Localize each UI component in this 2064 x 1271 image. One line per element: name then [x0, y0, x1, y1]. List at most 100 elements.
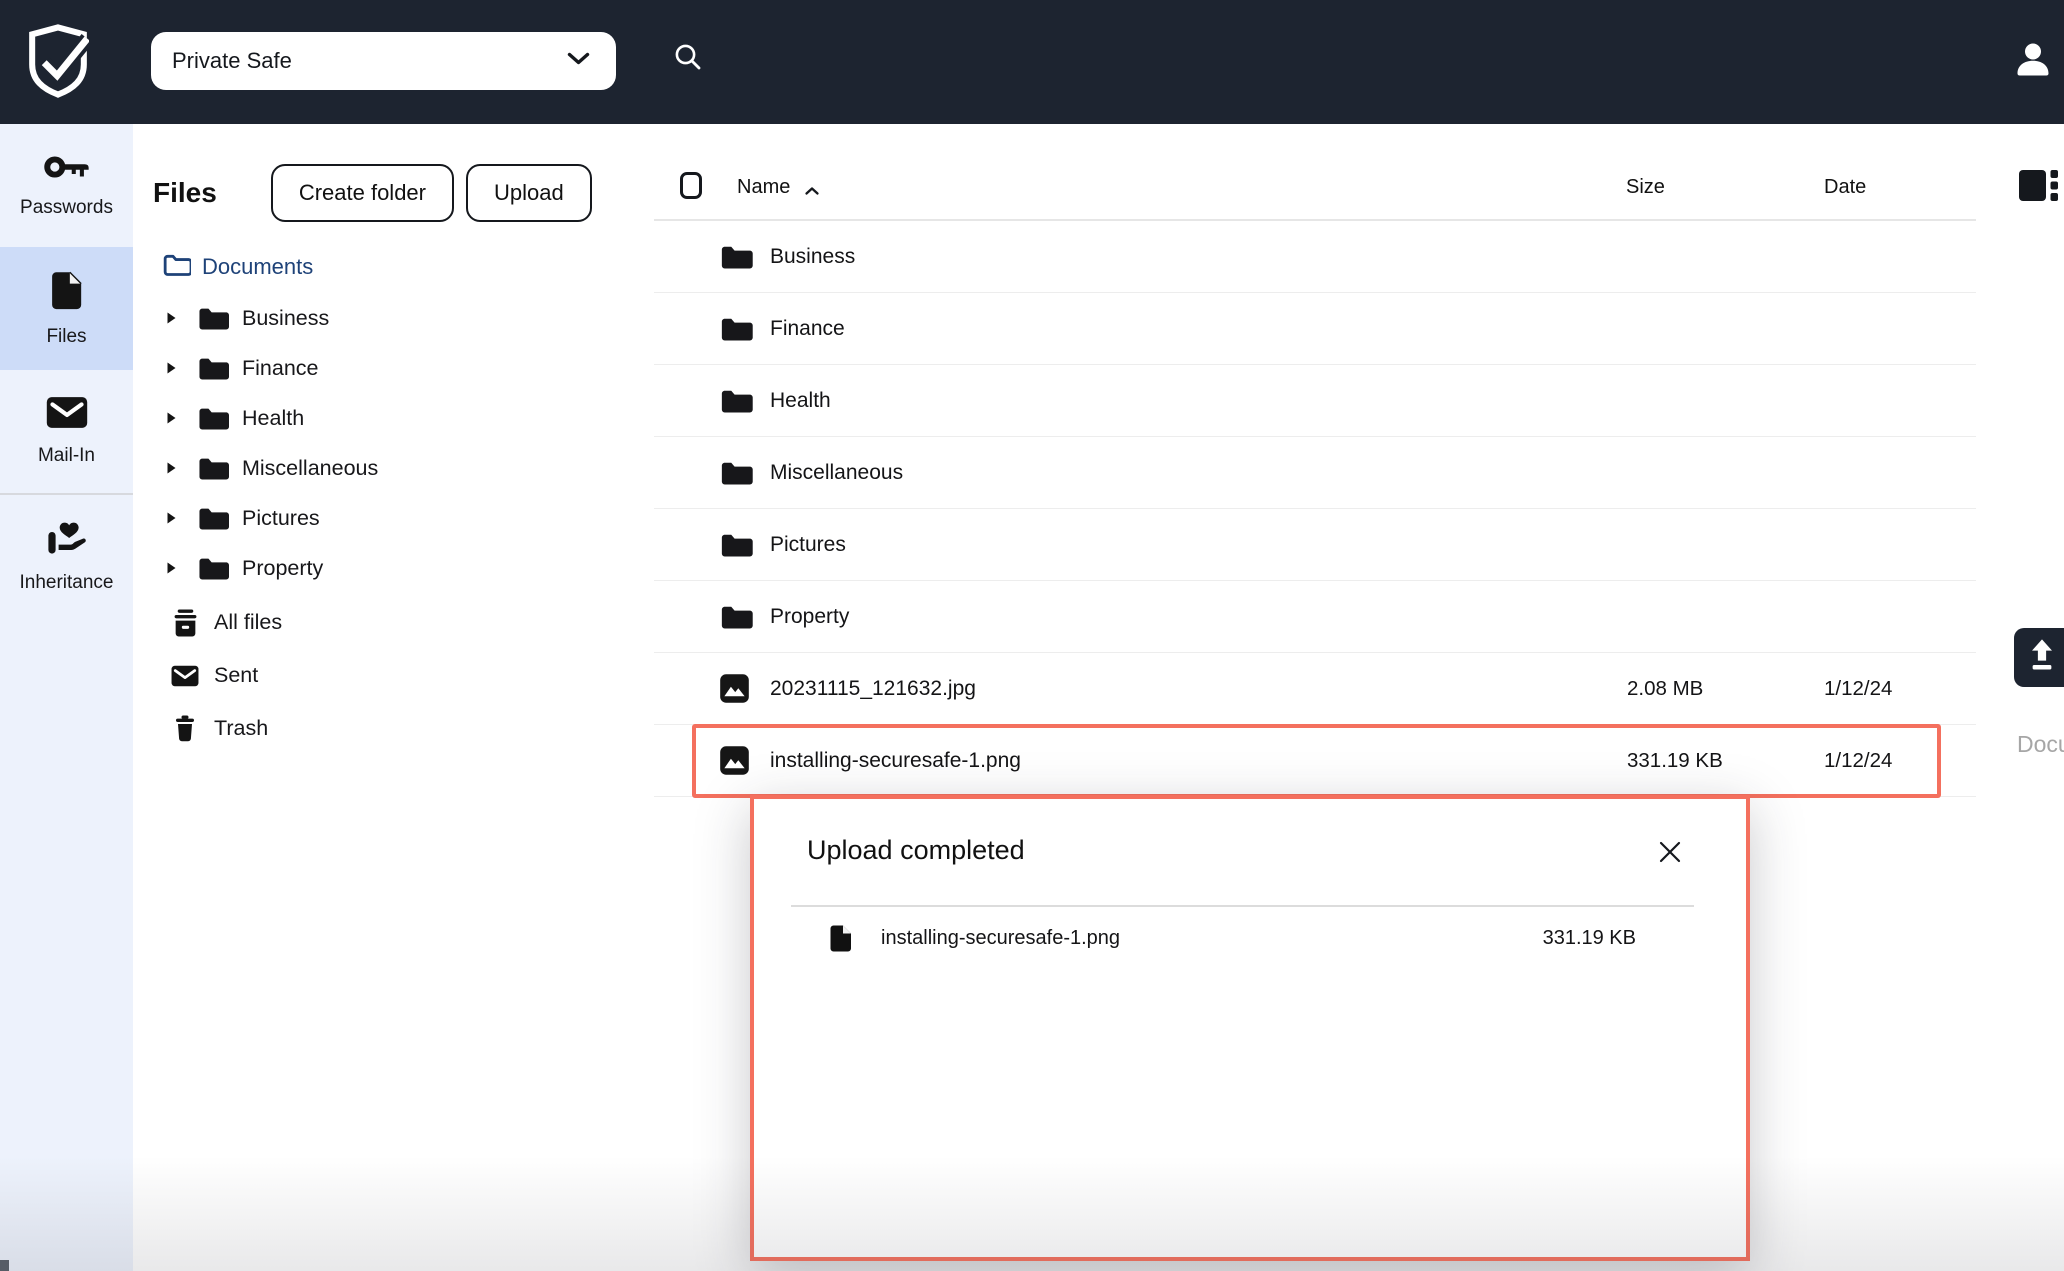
sidebar-item[interactable]: Files — [0, 247, 133, 370]
column-header-date[interactable]: Date — [1824, 176, 1866, 199]
trash-icon — [171, 715, 199, 742]
tree-folder-item[interactable]: Business — [160, 293, 378, 343]
file-name: Property — [770, 605, 1627, 629]
folder-outline-icon — [163, 253, 191, 281]
select-all-checkbox[interactable] — [680, 172, 702, 199]
file-date: 1/12/24 — [1824, 749, 1976, 773]
view-toggle-icon[interactable] — [2018, 167, 2058, 209]
upload-button[interactable]: Upload — [466, 164, 592, 222]
file-name: Health — [770, 389, 1627, 413]
tree-folder-item[interactable]: Pictures — [160, 493, 378, 543]
bottom-corner — [0, 1260, 9, 1271]
folder-icon — [197, 405, 229, 431]
file-name: 20231115_121632.jpg — [770, 677, 1627, 701]
table-row[interactable]: installing-securesafe-1.png 331.19 KB 1/… — [654, 725, 1976, 797]
tree-folder-item[interactable]: Property — [160, 543, 378, 593]
folder-icon — [719, 531, 770, 558]
shortcut-item[interactable]: All files — [171, 596, 282, 649]
edge-documents-label: Docu — [2017, 731, 2064, 758]
file-table: Business Finance — [654, 221, 1976, 797]
mail-icon — [46, 396, 88, 434]
column-header-size[interactable]: Size — [1626, 176, 1665, 199]
securesafe-app: Private Safe — [0, 0, 2064, 1271]
sort-ascending-icon[interactable] — [804, 183, 820, 201]
tree-folder-label: Finance — [242, 356, 319, 381]
tree-folder-item[interactable]: Health — [160, 393, 378, 443]
create-folder-button[interactable]: Create folder — [271, 164, 454, 222]
tree-folder-label: Property — [242, 556, 323, 581]
file-size: 331.19 KB — [1627, 749, 1824, 773]
folder-icon — [719, 243, 770, 270]
root-folder-documents[interactable]: Documents — [163, 253, 313, 281]
file-icon — [50, 270, 84, 315]
shortcut-item[interactable]: Trash — [171, 702, 282, 755]
table-row[interactable]: Pictures — [654, 509, 1976, 581]
table-row[interactable]: Finance — [654, 293, 1976, 365]
folder-icon — [197, 555, 229, 581]
uploaded-file-size: 331.19 KB — [1543, 927, 1636, 950]
dialog-close-button[interactable] — [1655, 839, 1685, 869]
image-file-icon — [719, 673, 770, 704]
file-name: installing-securesafe-1.png — [770, 749, 1627, 773]
folder-icon — [197, 455, 229, 481]
key-icon — [44, 153, 90, 186]
safe-selector-dropdown[interactable]: Private Safe — [151, 32, 616, 90]
caret-right-icon[interactable] — [166, 511, 177, 525]
file-size: 2.08 MB — [1627, 677, 1824, 701]
upload-completed-dialog: Upload completed installing-securesafe-1… — [750, 795, 1750, 1261]
upload-icon — [2027, 638, 2057, 677]
caret-right-icon[interactable] — [166, 461, 177, 475]
uploaded-file-name: installing-securesafe-1.png — [881, 927, 1120, 950]
column-header-name[interactable]: Name — [737, 176, 790, 199]
caret-right-icon[interactable] — [166, 361, 177, 375]
file-name: Business — [770, 245, 1627, 269]
sidebar-item[interactable]: Inheritance — [0, 495, 133, 618]
tree-folder-label: Miscellaneous — [242, 456, 378, 481]
folder-icon — [719, 387, 770, 414]
account-button[interactable] — [2008, 36, 2058, 86]
chevron-down-icon — [567, 52, 590, 70]
folder-icon — [719, 603, 770, 630]
sidebar-item-label: Files — [46, 326, 86, 348]
tree-folder-item[interactable]: Miscellaneous — [160, 443, 378, 493]
sidebar-item-label: Mail-In — [38, 445, 95, 467]
caret-right-icon[interactable] — [166, 311, 177, 325]
table-row[interactable]: 20231115_121632.jpg 2.08 MB 1/12/24 — [654, 653, 1976, 725]
sidebar: Passwords Files — [0, 124, 133, 1271]
tree-folder-item[interactable]: Finance — [160, 343, 378, 393]
tree-folder-label: Pictures — [242, 506, 320, 531]
edge-upload-button[interactable] — [2014, 628, 2064, 687]
sidebar-item[interactable]: Passwords — [0, 124, 133, 247]
dialog-divider — [791, 905, 1694, 907]
page-title: Files — [153, 177, 217, 209]
shortcut-label: All files — [214, 610, 282, 635]
sidebar-item[interactable]: Mail-In — [0, 370, 133, 493]
file-name: Miscellaneous — [770, 461, 1627, 485]
table-row[interactable]: Property — [654, 581, 1976, 653]
folder-icon — [197, 305, 229, 331]
file-date: 1/12/24 — [1824, 677, 1976, 701]
file-name: Pictures — [770, 533, 1627, 557]
library-shortcuts: All files Sent — [171, 596, 282, 755]
tree-folder-label: Business — [242, 306, 329, 331]
table-row[interactable]: Miscellaneous — [654, 437, 1976, 509]
table-row[interactable]: Business — [654, 221, 1976, 293]
search-button[interactable] — [670, 41, 706, 77]
sent-mail-icon — [171, 665, 199, 687]
caret-right-icon[interactable] — [166, 561, 177, 575]
shortcut-item[interactable]: Sent — [171, 649, 282, 702]
close-icon — [1657, 839, 1683, 870]
table-row[interactable]: Health — [654, 365, 1976, 437]
file-name: Finance — [770, 317, 1627, 341]
files-panel-header: Files Create folder Upload — [153, 164, 592, 222]
uploaded-file-row: installing-securesafe-1.png 331.19 KB — [829, 917, 1636, 959]
sidebar-item-label: Passwords — [20, 197, 113, 219]
topbar: Private Safe — [0, 0, 2064, 124]
shortcut-label: Trash — [214, 716, 268, 741]
user-icon — [2011, 37, 2055, 86]
search-icon — [672, 41, 704, 78]
root-folder-label: Documents — [202, 254, 313, 280]
caret-right-icon[interactable] — [166, 411, 177, 425]
tree-folder-label: Health — [242, 406, 304, 431]
securesafe-logo-icon — [27, 21, 89, 106]
